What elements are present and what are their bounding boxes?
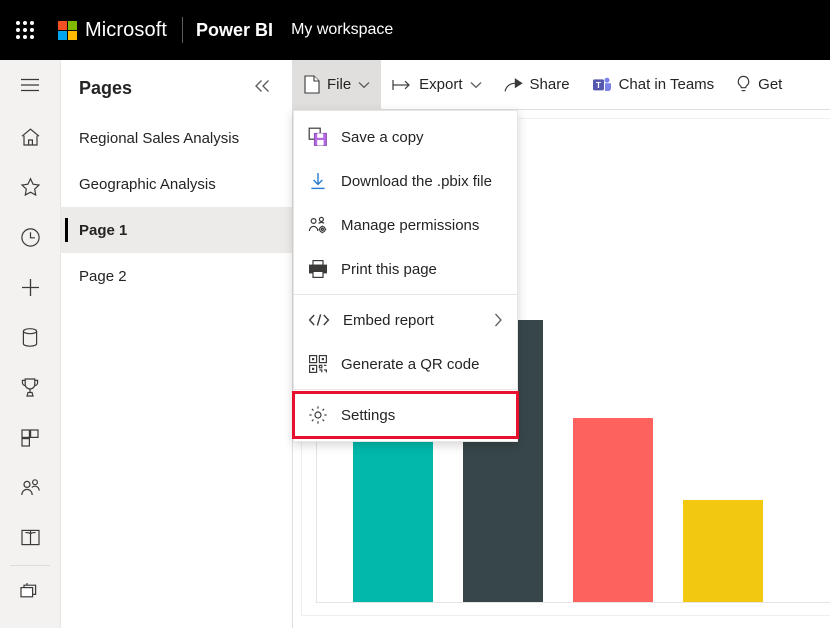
rail-divider — [10, 564, 50, 566]
menu-item-manage-permissions[interactable]: Manage permissions — [294, 203, 517, 247]
power-bi-report-window: Microsoft Power BI My workspace Pages Re… — [0, 0, 830, 628]
star-icon[interactable] — [0, 166, 61, 208]
page-label: Page 1 — [79, 221, 128, 239]
clock-icon[interactable] — [0, 216, 61, 258]
menu-item-settings[interactable]: Settings — [292, 391, 519, 439]
menu-item-download-pbix[interactable]: Download the .pbix file — [294, 159, 517, 203]
file-icon — [304, 75, 320, 94]
page-list-item-page-1[interactable]: Page 1 — [61, 207, 292, 253]
workspaces-icon[interactable] — [0, 572, 61, 614]
file-dropdown-menu: Save a copy Download the .pbix file Mana… — [292, 110, 519, 442]
pages-list: Regional Sales Analysis Geographic Analy… — [61, 115, 292, 299]
brand-divider — [182, 17, 184, 43]
manage-permissions-icon — [308, 215, 328, 235]
pages-panel-title: Pages — [79, 78, 133, 98]
top-navigation-bar: Microsoft Power BI My workspace — [0, 0, 830, 60]
menu-item-label: Manage permissions — [341, 216, 480, 234]
page-list-item-regional-sales-analysis[interactable]: Regional Sales Analysis — [61, 115, 292, 161]
book-icon[interactable] — [0, 517, 61, 559]
page-label: Regional Sales Analysis — [79, 129, 240, 147]
power-bi-product-label[interactable]: Power BI — [196, 20, 273, 41]
file-menu-button[interactable]: File — [293, 59, 382, 110]
bar-category-4[interactable] — [683, 499, 763, 602]
chat-in-teams-label: Chat in Teams — [618, 76, 715, 93]
menu-item-label: Settings — [341, 406, 396, 424]
share-label: Share — [529, 76, 570, 93]
menu-item-label: Embed report — [343, 311, 434, 329]
download-icon — [308, 171, 328, 191]
people-icon[interactable] — [0, 467, 61, 509]
code-brackets-icon — [308, 313, 330, 327]
plus-icon[interactable] — [0, 266, 61, 308]
page-list-item-geographic-analysis[interactable]: Geographic Analysis — [61, 161, 292, 207]
bar-category-3[interactable] — [573, 418, 653, 602]
settings-highlight-wrapper: Settings — [292, 391, 519, 439]
double-chevron-left-icon[interactable] — [248, 76, 276, 101]
gear-icon — [308, 405, 328, 425]
share-icon — [503, 77, 523, 92]
menu-item-save-a-copy[interactable]: Save a copy — [294, 115, 517, 159]
menu-separator — [294, 389, 517, 390]
menu-item-label: Print this page — [341, 260, 437, 278]
database-icon[interactable] — [0, 316, 61, 358]
page-list-item-page-2[interactable]: Page 2 — [61, 253, 292, 299]
apps-grid-icon[interactable] — [0, 417, 61, 459]
export-menu-button[interactable]: Export — [381, 60, 492, 110]
chevron-right-icon — [494, 313, 503, 327]
lightbulb-icon — [737, 75, 750, 92]
menu-item-label: Save a copy — [341, 128, 424, 146]
page-label: Geographic Analysis — [79, 175, 216, 193]
get-insights-button[interactable]: Get — [725, 60, 793, 110]
menu-item-print-this-page[interactable]: Print this page — [294, 247, 517, 291]
menu-item-generate-qr-code[interactable]: Generate a QR code — [294, 342, 517, 386]
workspace-breadcrumb[interactable]: My workspace — [291, 21, 393, 39]
pages-panel-header: Pages — [61, 60, 292, 101]
chevron-down-icon — [358, 81, 370, 89]
report-command-bar: File Export Share T Chat in Teams Get — [293, 59, 830, 110]
microsoft-brand-label: Microsoft — [85, 18, 168, 41]
teams-icon: T — [592, 77, 611, 91]
export-arrow-icon — [392, 79, 411, 90]
chat-in-teams-button[interactable]: T Chat in Teams — [581, 60, 726, 110]
microsoft-logo-icon — [58, 20, 77, 40]
printer-icon — [308, 259, 328, 279]
pages-panel: Pages Regional Sales Analysis Geographic… — [61, 60, 293, 628]
export-menu-label: Export — [419, 76, 463, 93]
app-launcher-icon[interactable] — [14, 19, 36, 41]
hamburger-menu-icon[interactable] — [0, 64, 61, 106]
menu-item-label: Download the .pbix file — [341, 172, 492, 190]
qr-code-icon — [308, 354, 328, 374]
menu-item-embed-report[interactable]: Embed report — [294, 298, 517, 342]
chevron-down-icon — [470, 81, 482, 89]
get-insights-label: Get — [758, 76, 783, 93]
menu-item-label: Generate a QR code — [341, 355, 480, 373]
left-nav-rail — [0, 60, 61, 628]
share-button[interactable]: Share — [493, 60, 581, 110]
menu-separator — [294, 294, 517, 295]
home-icon[interactable] — [0, 116, 61, 158]
save-copy-icon — [308, 127, 328, 147]
page-label: Page 2 — [79, 267, 127, 285]
file-menu-label: File — [327, 76, 352, 93]
svg-text:T: T — [595, 79, 601, 89]
trophy-icon[interactable] — [0, 367, 61, 409]
